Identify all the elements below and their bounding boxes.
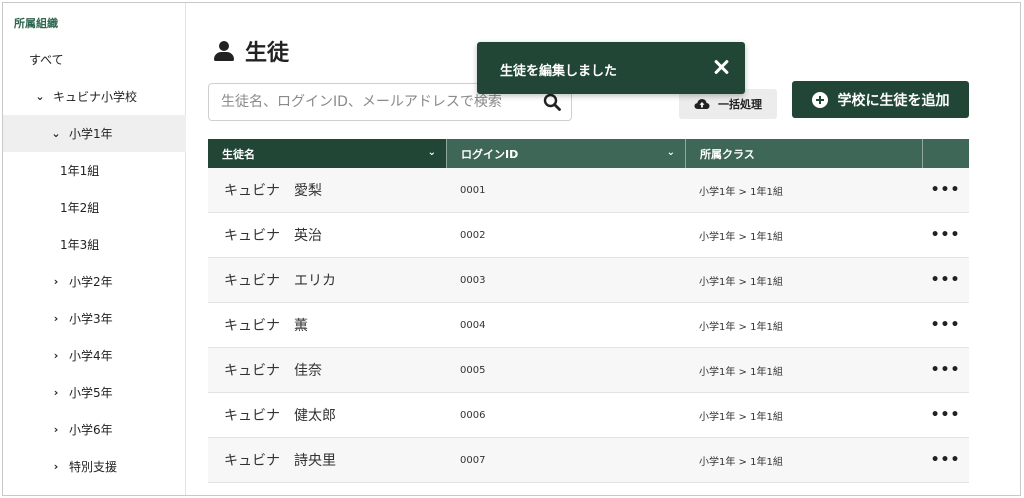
column-header-class: 所属クラス [685,139,922,168]
column-header-login-id[interactable]: ログインID ⌄ [446,139,685,168]
student-name-cell: キュビナ 詩央里 [224,453,336,469]
more-horizontal-icon[interactable]: ••• [922,213,969,257]
sidebar-item-label: 1年1組 [60,164,100,178]
table-body: キュビナ 愛梨 0001 小学1年 > 1年1組 ••• キュビナ 英治 0002 小学1年… [208,168,969,483]
page-title: 生徒 [213,35,289,67]
class-cell: 小学1年 > 1年1組 [699,276,783,288]
table-row[interactable]: キュビナ エリカ 0003 小学1年 > 1年1組 ••• [208,258,969,303]
login-id-cell: 0006 [460,409,486,421]
chevron-down-icon[interactable]: ⌄ [49,127,63,140]
sidebar-item-label: 1年3組 [60,238,100,252]
login-id-cell: 0001 [460,184,486,196]
students-table: 生徒名 ⌄ ログインID ⌄ 所属クラス キュビナ 愛梨 0001 小学1年 > 1… [208,139,969,483]
login-id-cell: 0004 [460,319,486,331]
table-row[interactable]: キュビナ 佳奈 0005 小学1年 > 1年1組 ••• [208,348,969,393]
chevron-right-icon[interactable]: › [49,386,63,399]
table-row[interactable]: キュビナ 愛梨 0001 小学1年 > 1年1組 ••• [208,168,969,213]
login-id-cell: 0002 [460,229,486,241]
person-icon [213,40,235,62]
sidebar-item[interactable]: ⌄ 小学1年 [3,115,186,152]
table-row[interactable]: キュビナ 健太郎 0006 小学1年 > 1年1組 ••• [208,393,969,438]
student-name-cell: キュビナ 薫 [224,318,308,334]
main-content: 生徒 一括処理 学校に生徒を追加 生徒名 ⌄ [187,3,1020,495]
toast-notification: 生徒を編集しました [477,42,745,94]
page-title-text: 生徒 [245,41,290,66]
bulk-action-label: 一括処理 [718,99,762,111]
sidebar-item[interactable]: › 小学6年 [3,411,186,448]
more-horizontal-icon[interactable]: ••• [922,303,969,347]
app-frame: 所属組織 すべて ⌄ キュビナ小学校 ⌄ 小学1年 1年1組 1年2組 1年3組 › 小学2年 › 小… [2,2,1021,496]
add-student-button[interactable]: 学校に生徒を追加 [792,81,969,118]
chevron-right-icon[interactable]: › [49,312,63,325]
sidebar-item[interactable]: › 特別支援 [3,448,186,485]
sidebar-item-label: キュビナ小学校 [53,90,138,104]
class-cell: 小学1年 > 1年1組 [699,366,783,378]
chevron-right-icon[interactable]: › [49,460,63,473]
chevron-right-icon[interactable]: › [49,423,63,436]
sidebar-title: 所属組織 [14,17,58,30]
more-horizontal-icon[interactable]: ••• [922,258,969,302]
sidebar-item[interactable]: › 小学3年 [3,300,186,337]
sidebar-item[interactable]: › 小学5年 [3,374,186,411]
class-cell: 小学1年 > 1年1組 [699,411,783,423]
cloud-upload-icon [694,99,710,109]
table-row[interactable]: キュビナ 英治 0002 小学1年 > 1年1組 ••• [208,213,969,258]
sort-chevron-icon[interactable]: ⌄ [428,147,436,158]
chevron-right-icon[interactable]: › [49,349,63,362]
student-name-cell: キュビナ エリカ [224,273,336,289]
student-name-cell: キュビナ 英治 [224,228,322,244]
sidebar-item[interactable]: 1年3組 [3,226,186,263]
sort-chevron-icon[interactable]: ⌄ [667,147,675,158]
sidebar-item[interactable]: › 小学2年 [3,263,186,300]
more-horizontal-icon[interactable]: ••• [922,393,969,437]
student-name-cell: キュビナ 愛梨 [224,183,322,199]
sidebar-item[interactable]: 1年1組 [3,152,186,189]
class-cell: 小学1年 > 1年1組 [699,456,783,468]
sidebar-item-label: 小学4年 [69,349,113,363]
more-horizontal-icon[interactable]: ••• [922,348,969,392]
sidebar-item[interactable]: すべて [3,41,186,78]
sidebar-item-label: 小学6年 [69,423,113,437]
sidebar-item[interactable]: 1年2組 [3,189,186,226]
chevron-down-icon[interactable]: ⌄ [33,90,47,103]
sidebar-item[interactable]: › 小学4年 [3,337,186,374]
sidebar-org-tree: 所属組織 すべて ⌄ キュビナ小学校 ⌄ 小学1年 1年1組 1年2組 1年3組 › 小学2年 › 小… [3,3,186,495]
sidebar-item[interactable]: ⌄ キュビナ小学校 [3,78,186,115]
login-id-cell: 0003 [460,274,486,286]
sidebar-item-label: 特別支援 [69,460,118,474]
student-name-cell: キュビナ 佳奈 [224,363,322,379]
chevron-right-icon[interactable]: › [49,275,63,288]
login-id-cell: 0005 [460,364,486,376]
sidebar-item-label: 小学5年 [69,386,113,400]
add-student-label: 学校に生徒を追加 [837,91,950,108]
table-row[interactable]: キュビナ 詩央里 0007 小学1年 > 1年1組 ••• [208,438,969,483]
sidebar-item-label: すべて [29,53,64,67]
toast-message: 生徒を編集しました [500,64,618,79]
table-row[interactable]: キュビナ 薫 0004 小学1年 > 1年1組 ••• [208,303,969,348]
sidebar-item-label: 1年2組 [60,201,100,215]
column-header-actions [922,139,969,168]
column-header-name[interactable]: 生徒名 ⌄ [208,139,446,168]
class-cell: 小学1年 > 1年1組 [699,321,783,333]
table-header: 生徒名 ⌄ ログインID ⌄ 所属クラス [208,139,969,168]
student-name-cell: キュビナ 健太郎 [224,408,336,424]
more-horizontal-icon[interactable]: ••• [922,438,969,482]
plus-circle-icon [811,91,828,108]
login-id-cell: 0007 [460,454,486,466]
class-cell: 小学1年 > 1年1組 [699,231,783,243]
sidebar-item-label: 小学1年 [69,127,113,141]
sidebar-item-label: 小学3年 [69,312,113,326]
sidebar-item-label: 小学2年 [69,275,113,289]
class-cell: 小学1年 > 1年1組 [699,186,783,198]
search-icon[interactable] [543,93,561,111]
more-horizontal-icon[interactable]: ••• [922,168,969,212]
close-icon[interactable] [711,57,731,77]
